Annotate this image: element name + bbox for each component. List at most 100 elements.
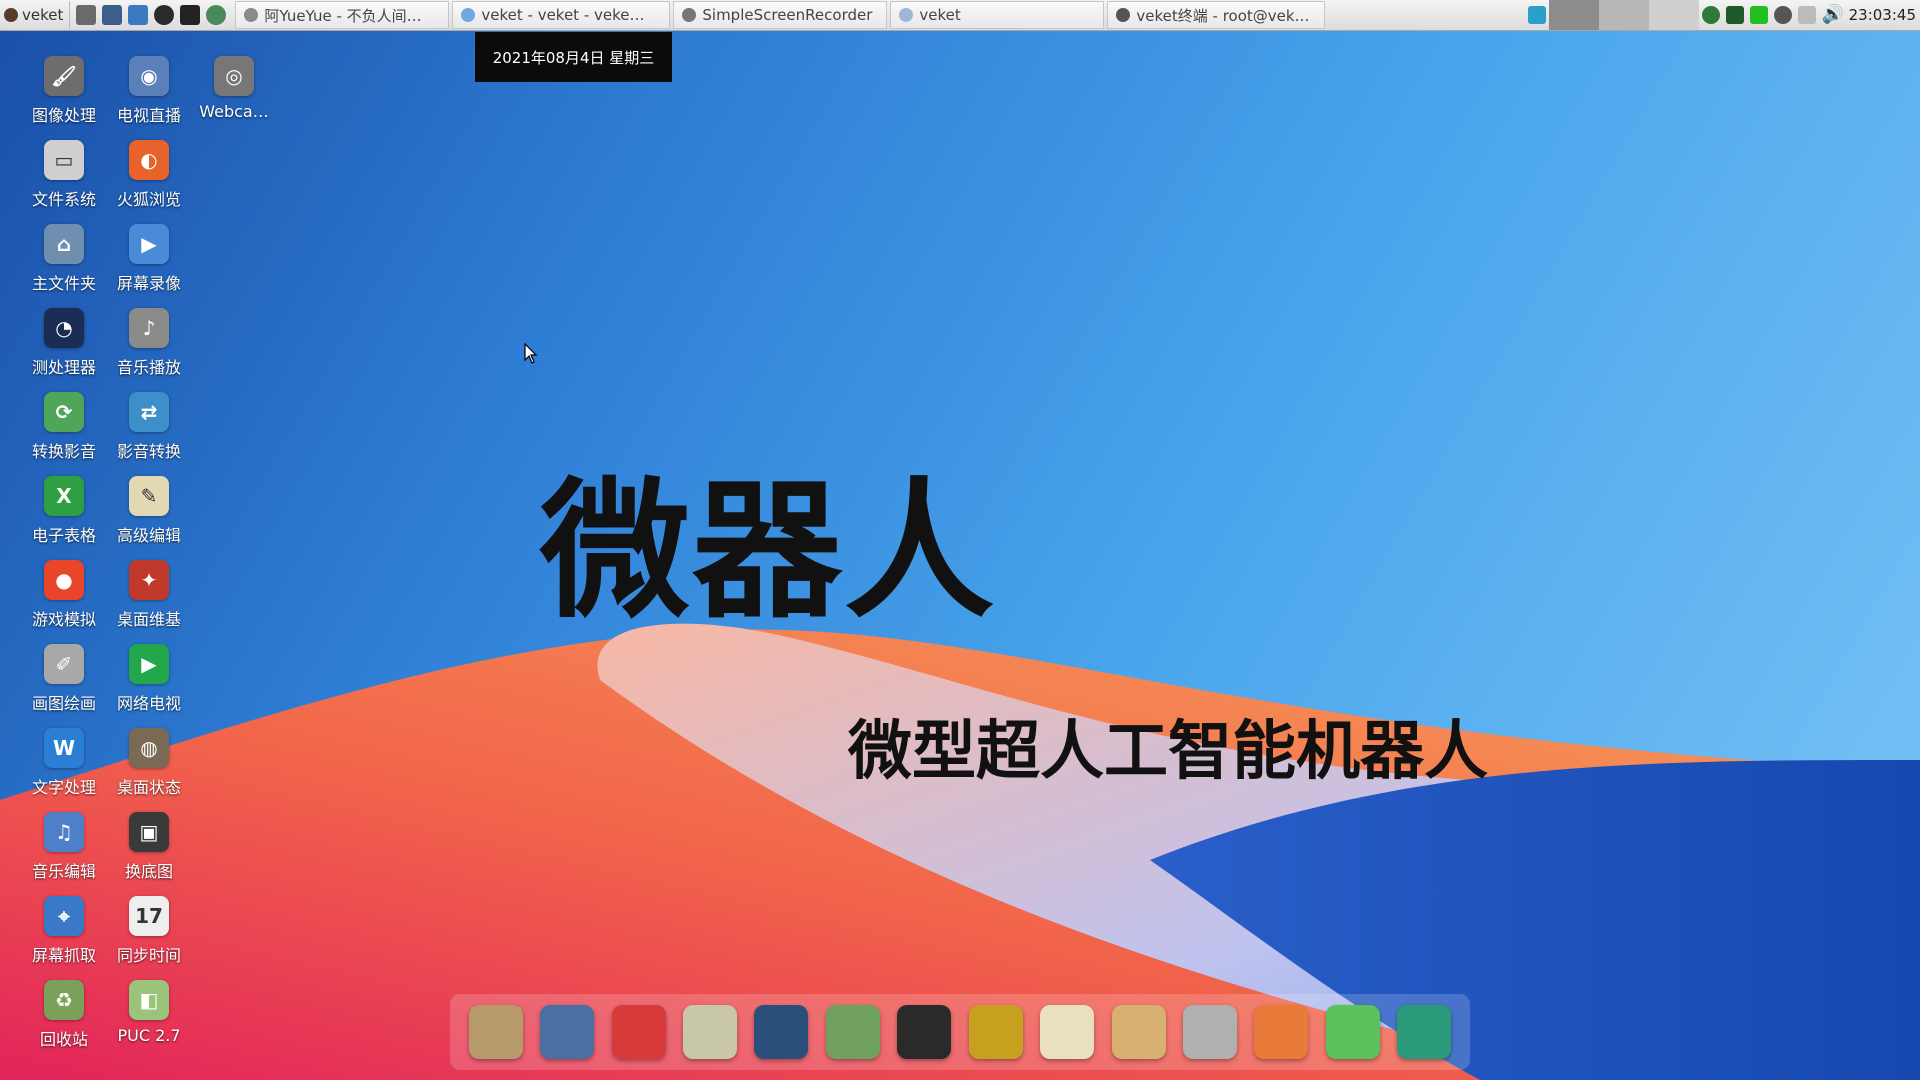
desktop-shortcut-label: 音乐编辑 (31, 862, 96, 881)
clock[interactable]: 23:03:45 (1843, 6, 1920, 24)
workspace-3[interactable] (1648, 0, 1699, 30)
palette-icon[interactable] (1111, 1005, 1166, 1059)
task-label: SimpleScreenRecorder (702, 6, 873, 24)
desktop-shortcut[interactable]: ▭ 文件系统 (22, 136, 106, 220)
media-player-icon[interactable] (754, 1005, 809, 1059)
calendar-icon: 17 (129, 896, 169, 936)
desktop-shortcut[interactable]: ◎ Webca… (192, 52, 276, 136)
qq-penguin-icon[interactable] (897, 1005, 952, 1059)
desktop-shortcut-label: 网络电视 (116, 694, 181, 713)
notepad-icon[interactable] (682, 1005, 737, 1059)
desktop-shortcut-label: 电子表格 (31, 526, 96, 545)
audio-editor-icon: ♫ (44, 812, 84, 852)
network-icon[interactable] (825, 1005, 880, 1059)
music-player-icon: ♪ (129, 308, 169, 348)
desktop-shortcut[interactable]: ♪ 音乐播放 (107, 304, 191, 388)
task-button[interactable]: veket (890, 1, 1105, 29)
desktop-shortcut[interactable]: ◧ PUC 2.7 (107, 976, 191, 1060)
desktop-shortcut[interactable]: 🖌 图像处理 (22, 52, 106, 136)
network-monitor-icon[interactable] (1527, 6, 1546, 24)
play-icon[interactable] (154, 5, 175, 25)
image-viewer-icon[interactable] (102, 5, 123, 25)
desktop-shortcut-label: PUC 2.7 (117, 1026, 181, 1045)
desktop-shortcut[interactable]: ♫ 音乐编辑 (22, 808, 106, 892)
media-play-icon[interactable] (1701, 6, 1720, 24)
info-icon[interactable] (1773, 6, 1792, 24)
task-button[interactable]: veket - veket - veke… (452, 1, 671, 29)
desktop-shortcut[interactable]: 17 同步时间 (107, 892, 191, 976)
desktop-shortcut-label: 换底图 (124, 862, 173, 881)
desktop-shortcut-label: 图像处理 (31, 106, 96, 125)
drive-icon[interactable] (1797, 6, 1816, 24)
start-button[interactable]: veket (0, 1, 71, 29)
help-icon[interactable] (1325, 1005, 1380, 1059)
desktop-shortcut[interactable]: ⇄ 影音转换 (107, 388, 191, 472)
task-app-icon (461, 8, 476, 22)
desktop-shortcut[interactable]: ♻ 回收站 (22, 976, 106, 1060)
desktop-status-icon: ◍ (129, 728, 169, 768)
chart-icon[interactable] (1040, 1005, 1095, 1059)
desktop-shortcut-label: 同步时间 (116, 946, 181, 965)
desktop-shortcut[interactable]: ⌖ 屏幕抓取 (22, 892, 106, 976)
desktop-shortcut[interactable]: ● 游戏模拟 (22, 556, 106, 640)
battery-icon[interactable] (1749, 6, 1768, 24)
dock (450, 994, 1470, 1070)
mouse-cursor-icon (524, 343, 538, 364)
desktop-shortcut[interactable]: ◍ 桌面状态 (107, 724, 191, 808)
desktop-shortcut[interactable]: W 文字处理 (22, 724, 106, 808)
desktop-shortcut[interactable]: ⟳ 转换影音 (22, 388, 106, 472)
monitor-icon[interactable] (540, 1005, 595, 1059)
desktop-shortcut[interactable]: ◔ 测处理器 (22, 304, 106, 388)
desktop-shortcut[interactable]: ▣ 换底图 (107, 808, 191, 892)
desktop-shortcut-label: 转换影音 (31, 442, 96, 461)
settings-icon[interactable] (128, 5, 149, 25)
desktop-shortcut[interactable]: X 电子表格 (22, 472, 106, 556)
desktop-shortcut-label: 文字处理 (31, 778, 96, 797)
desktop-shortcut-label: 游戏模拟 (31, 610, 96, 629)
drive-icon: ▭ (44, 140, 84, 180)
desktop-shortcut-label: 文件系统 (31, 190, 96, 209)
task-app-icon (899, 8, 914, 22)
task-button[interactable]: veket终端 - root@vek… (1107, 1, 1326, 29)
start-label: veket (22, 6, 64, 24)
file-manager-icon[interactable] (468, 1005, 523, 1059)
desktop-shortcut[interactable]: ▶ 屏幕录像 (107, 220, 191, 304)
camera-icon[interactable] (1397, 1005, 1452, 1059)
desktop-shortcut-label: 画图绘画 (31, 694, 96, 713)
volume-icon[interactable]: 🔊 (1822, 6, 1844, 24)
desktop-shortcut-label: 回收站 (39, 1030, 88, 1049)
task-label: veket (919, 6, 961, 24)
editor-icon: ✎ (129, 476, 169, 516)
convert-media-icon: ⟳ (44, 392, 84, 432)
task-button[interactable]: SimpleScreenRecorder (673, 1, 888, 29)
desktop-shortcut[interactable]: ◉ 电视直播 (107, 52, 191, 136)
desktop-shortcut[interactable]: ⌂ 主文件夹 (22, 220, 106, 304)
desktop-shortcut[interactable]: ▶ 网络电视 (107, 640, 191, 724)
desktop-shortcut[interactable]: ✎ 高级编辑 (107, 472, 191, 556)
trash-icon: ♻ (44, 980, 84, 1020)
workspace-2[interactable] (1598, 0, 1649, 30)
desktop-shortcut-label: Webca… (199, 102, 269, 121)
tools-icon[interactable] (76, 5, 97, 25)
paint-icon: ✐ (44, 644, 84, 684)
usb-drive-icon[interactable] (1182, 1005, 1237, 1059)
cpu-meter-icon[interactable] (1725, 6, 1744, 24)
desktop-shortcut[interactable]: ✦ 桌面维基 (107, 556, 191, 640)
desktop-shortcut-label: 主文件夹 (31, 274, 96, 293)
desktop-shortcut[interactable]: ◐ 火狐浏览 (107, 136, 191, 220)
notebook-icon[interactable] (968, 1005, 1023, 1059)
pet-icon[interactable] (611, 1005, 666, 1059)
desktop-shortcut[interactable]: ✐ 画图绘画 (22, 640, 106, 724)
globe-icon[interactable] (206, 5, 227, 25)
firefox-icon: ◐ (129, 140, 169, 180)
quick-launch (70, 5, 232, 25)
game-emulator-icon: ● (44, 560, 84, 600)
spreadsheet-icon: X (44, 476, 84, 516)
desktop-shortcut-label: 屏幕抓取 (31, 946, 96, 965)
date-tooltip: 2021年08月4日 星期三 (475, 32, 672, 82)
task-button[interactable]: 阿YueYue - 不负人间… (235, 1, 450, 29)
workspace-1[interactable] (1548, 0, 1599, 30)
image-viewer-icon[interactable] (1254, 1005, 1309, 1059)
screenshot-icon: ⌖ (44, 896, 84, 936)
terminal-icon[interactable] (180, 5, 201, 25)
